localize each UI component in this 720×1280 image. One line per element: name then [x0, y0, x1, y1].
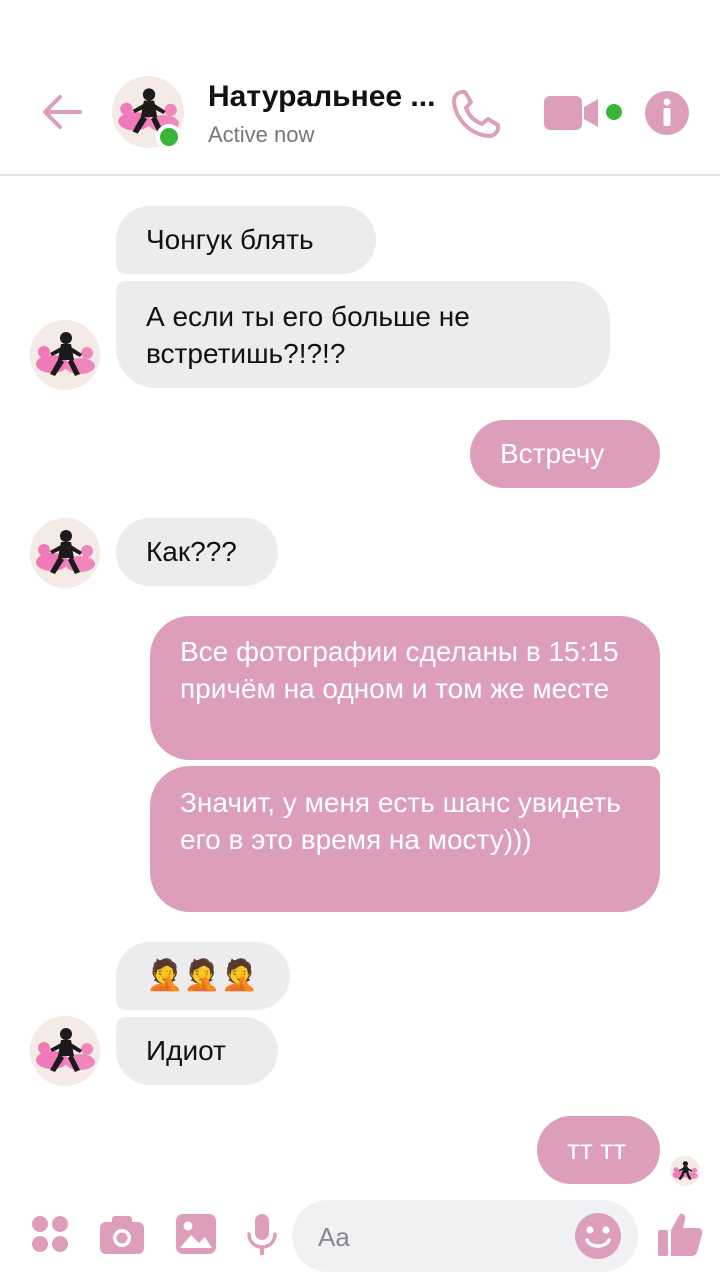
message-text: Идиот — [146, 1035, 226, 1066]
avatar-image — [30, 1016, 100, 1086]
message-text: Чонгук блять — [146, 224, 314, 255]
emoji-button[interactable] — [574, 1212, 622, 1260]
message-incoming[interactable]: Чонгук блять — [116, 206, 376, 274]
online-status-dot — [156, 124, 182, 150]
sender-avatar[interactable] — [30, 1016, 100, 1086]
message-incoming[interactable]: А если ты его больше не встретишь?!?!? — [116, 281, 610, 388]
info-button[interactable] — [644, 90, 690, 136]
voice-call-button[interactable] — [448, 86, 504, 142]
image-icon — [176, 1214, 216, 1254]
message-text: Все фотографии сделаны в 15:15 причём на… — [180, 636, 619, 704]
arrow-left-icon — [43, 95, 82, 129]
active-status: Active now — [208, 122, 315, 147]
message-composer — [0, 1190, 720, 1280]
message-outgoing[interactable]: Встречу — [470, 420, 660, 488]
info-icon — [645, 91, 689, 135]
camera-icon — [100, 1216, 144, 1254]
back-button[interactable] — [38, 88, 88, 138]
seen-avatar — [670, 1156, 700, 1186]
avatar-image — [30, 518, 100, 588]
phone-icon — [452, 90, 500, 138]
message-outgoing[interactable]: Все фотографии сделаны в 15:15 причём на… — [150, 616, 660, 760]
message-input-field[interactable] — [292, 1200, 638, 1272]
sender-avatar[interactable] — [30, 518, 100, 588]
contact-name[interactable]: Натуральнее ... — [208, 80, 448, 114]
message-input[interactable] — [316, 1214, 560, 1260]
avatar-image — [30, 320, 100, 390]
four-dots-icon — [32, 1216, 68, 1252]
camera-button[interactable] — [98, 1214, 146, 1256]
sender-avatar[interactable] — [30, 320, 100, 390]
facepalm-emoji: 🤦🤦🤦 — [146, 959, 259, 992]
smiley-icon — [575, 1213, 621, 1259]
conversation-header: Натуральнее ... Active now — [0, 0, 720, 176]
voice-message-button[interactable] — [246, 1212, 278, 1258]
thumbs-up-icon — [658, 1213, 703, 1256]
video-online-dot — [606, 104, 622, 120]
message-outgoing[interactable]: тт тт — [537, 1116, 660, 1184]
message-text: А если ты его больше не встретишь?!?!? — [146, 301, 470, 369]
message-incoming[interactable]: Идиот — [116, 1017, 278, 1085]
more-actions-button[interactable] — [30, 1214, 70, 1254]
video-call-button[interactable] — [542, 92, 602, 134]
microphone-icon — [247, 1214, 277, 1255]
message-incoming[interactable]: Как??? — [116, 518, 278, 586]
avatar-image — [670, 1156, 700, 1186]
video-camera-icon — [544, 96, 598, 130]
message-text: Встречу — [500, 438, 605, 469]
message-text: Как??? — [146, 536, 237, 567]
message-text: тт тт — [567, 1134, 627, 1165]
message-incoming-emoji[interactable]: 🤦🤦🤦 — [116, 942, 290, 1010]
gallery-button[interactable] — [174, 1212, 218, 1256]
like-button[interactable] — [656, 1210, 704, 1258]
message-text: Значит, у меня есть шанс увидеть его в э… — [180, 787, 621, 855]
message-outgoing[interactable]: Значит, у меня есть шанс увидеть его в э… — [150, 766, 660, 912]
